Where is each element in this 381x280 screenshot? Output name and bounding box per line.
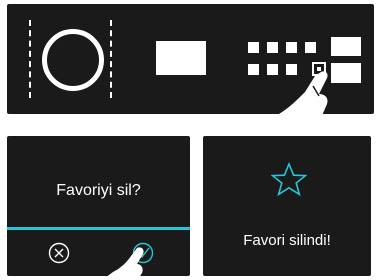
star-outline-icon bbox=[271, 162, 307, 196]
timer-ring-icon[interactable] bbox=[42, 29, 104, 91]
left-dashed-divider bbox=[29, 20, 31, 98]
program-block-icon[interactable] bbox=[156, 41, 206, 75]
tap-hand-icon bbox=[107, 247, 144, 276]
grid-cell bbox=[286, 42, 297, 53]
circle-x-icon[interactable] bbox=[48, 242, 70, 264]
favorite-deleted-confirmation: Favori silindi! bbox=[203, 136, 371, 276]
grid-wide-cell bbox=[331, 37, 361, 56]
grid-cell bbox=[267, 42, 278, 53]
confirmation-message: Favori silindi! bbox=[243, 232, 331, 249]
grid-cell bbox=[305, 42, 316, 53]
tap-hand-icon bbox=[279, 71, 328, 114]
dialog-divider bbox=[7, 227, 190, 230]
grid-wide-cell bbox=[331, 63, 361, 83]
dialog-question: Favoriyi sil? bbox=[56, 182, 141, 199]
delete-favorite-dialog: Favoriyi sil? bbox=[7, 136, 190, 276]
display-overview-panel bbox=[7, 4, 374, 114]
right-dashed-divider bbox=[110, 20, 112, 98]
grid-cell bbox=[248, 64, 259, 75]
grid-cell bbox=[248, 42, 259, 53]
